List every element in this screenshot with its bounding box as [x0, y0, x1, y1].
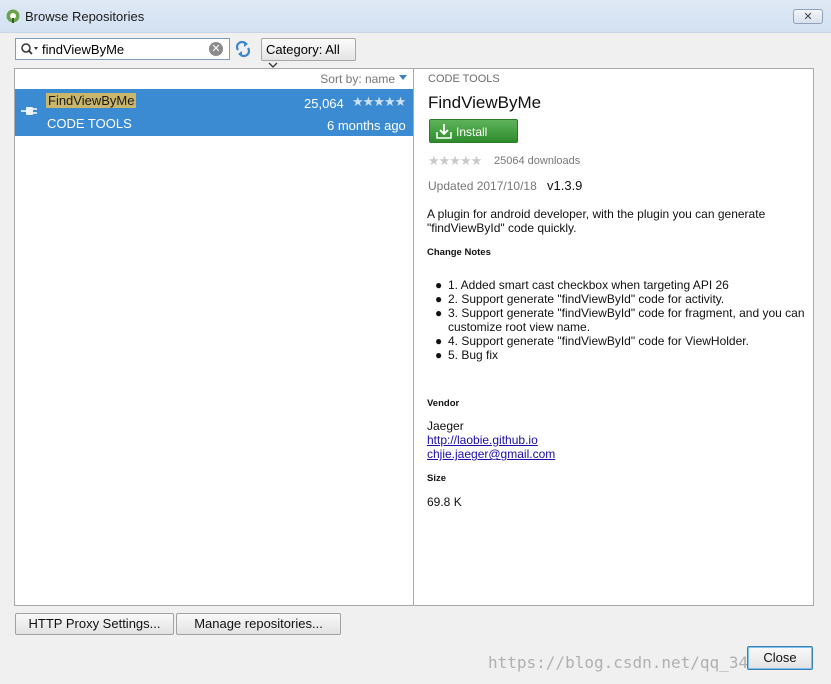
size-heading: Size	[427, 473, 447, 484]
vendor-url-link[interactable]: http://laobie.github.io	[427, 433, 538, 447]
sort-arrow-icon[interactable]	[399, 75, 407, 80]
change-note-item: ● 5. Bug fix	[435, 348, 805, 362]
category-label: Category: All	[266, 42, 340, 57]
sort-by-dropdown[interactable]: Sort by: name	[320, 72, 395, 86]
bullet-icon: ●	[435, 348, 443, 362]
detail-downloads: 25064 downloads	[494, 155, 581, 167]
clear-search-icon[interactable]: ✕	[209, 42, 223, 56]
vendor-email-link[interactable]: chjie.jaeger@gmail.com	[427, 447, 555, 461]
updated-time: 6 months ago	[327, 118, 406, 133]
detail-rating-stars-icon: ★★★★★	[428, 153, 482, 168]
vendor-heading: Vendor	[427, 398, 460, 409]
search-icon[interactable]	[20, 42, 40, 56]
download-icon	[436, 124, 452, 139]
detail-category: CODE TOOLS	[428, 73, 500, 85]
window-title: Browse Repositories	[25, 9, 145, 24]
bullet-icon: ●	[435, 306, 443, 320]
window-close-button[interactable]: ✕	[793, 9, 823, 24]
change-note-text: 5. Bug fix	[448, 348, 499, 362]
description-line: "findViewById" code quickly.	[427, 221, 577, 235]
bullet-icon: ●	[435, 334, 443, 348]
detail-description: A plugin for android developer, with the…	[427, 207, 797, 235]
change-note-item: ● 1. Added smart cast checkbox when targe…	[435, 278, 805, 292]
search-input[interactable]: findViewByMe ✕	[15, 38, 230, 60]
close-button[interactable]: Close	[747, 646, 813, 670]
change-note-text: 1. Added smart cast checkbox when target…	[448, 278, 729, 292]
plugin-detail: CODE TOOLS FindViewByMe Install ★★★★★ 25…	[414, 68, 814, 606]
manage-repositories-button[interactable]: Manage repositories...	[176, 613, 341, 635]
change-note-text: 3. Support generate "findViewById" code …	[448, 306, 805, 334]
refresh-icon[interactable]	[235, 40, 251, 58]
list-item[interactable]: FindViewByMe CODE TOOLS 25,064 ★★★★★ 6 m…	[15, 89, 413, 136]
bullet-icon: ●	[435, 278, 443, 292]
android-studio-icon	[6, 9, 20, 23]
download-count: 25,064	[304, 96, 344, 111]
plugin-icon	[21, 107, 37, 115]
http-proxy-settings-button[interactable]: HTTP Proxy Settings...	[15, 613, 174, 635]
plugin-name: FindViewByMe	[46, 93, 137, 108]
title-bar: Browse Repositories ✕	[0, 0, 831, 33]
rating-stars-icon: ★★★★★	[352, 94, 406, 109]
category-dropdown[interactable]: Category: All	[261, 38, 356, 68]
change-notes-heading: Change Notes	[427, 247, 491, 258]
detail-version: v1.3.9	[547, 178, 583, 193]
change-notes-list: ● 1. Added smart cast checkbox when targe…	[435, 278, 805, 362]
search-text: findViewByMe	[42, 42, 125, 57]
detail-title: FindViewByMe	[428, 93, 542, 112]
install-button[interactable]: Install	[429, 119, 518, 143]
bullet-icon: ●	[435, 292, 443, 306]
description-line: A plugin for android developer, with the…	[427, 207, 766, 221]
plugin-category: CODE TOOLS	[47, 116, 132, 131]
change-note-text: 4. Support generate "findViewById" code …	[448, 334, 749, 348]
detail-updated: Updated 2017/10/18	[428, 179, 537, 193]
change-note-item: ● 2. Support generate "findViewById" code…	[435, 292, 805, 306]
change-note-item: ● 3. Support generate "findViewById" code…	[435, 306, 805, 334]
plugin-list: Sort by: name FindViewByMe CODE TOOLS 25…	[14, 68, 414, 606]
install-label: Install	[456, 125, 488, 139]
vendor-name: Jaeger	[427, 419, 464, 433]
plugin-size: 69.8 K	[427, 495, 462, 509]
change-note-item: ● 4. Support generate "findViewById" code…	[435, 334, 805, 348]
change-note-text: 2. Support generate "findViewById" code …	[448, 292, 725, 306]
